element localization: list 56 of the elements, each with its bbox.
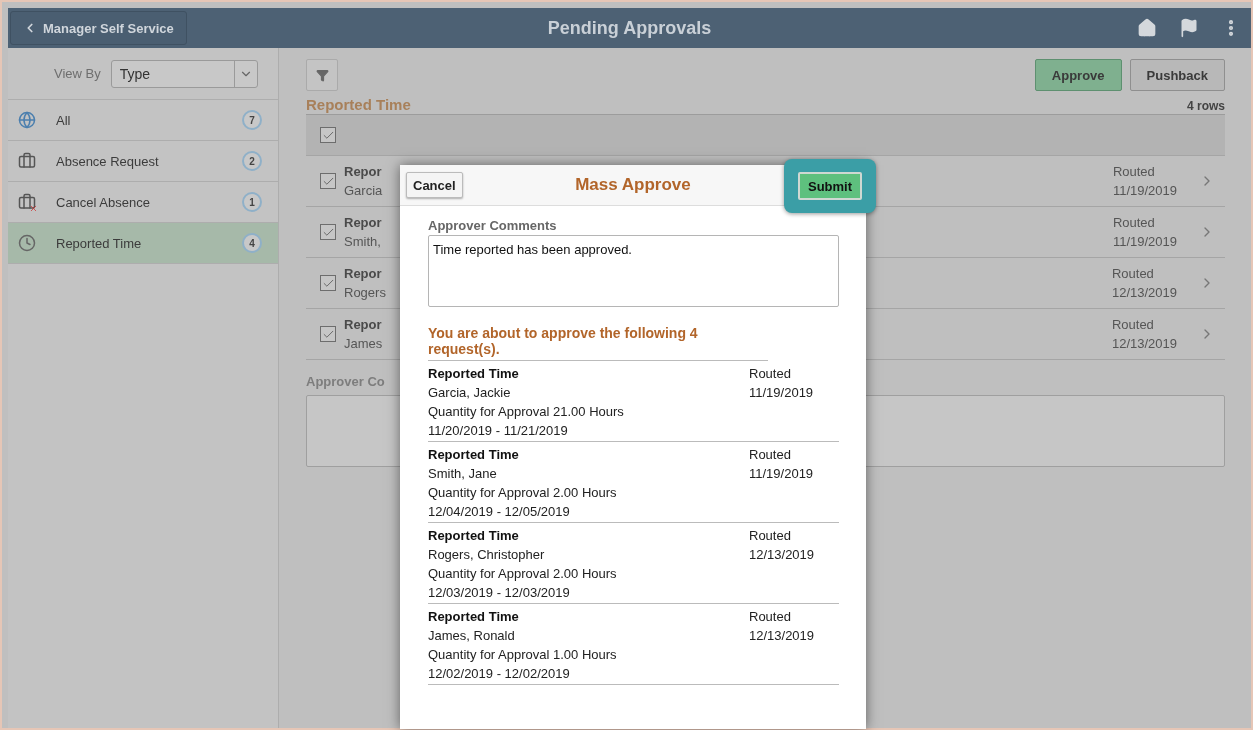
quantity-text: Quantity for Approval 21.00 Hours <box>428 404 625 419</box>
employee-name: James, Ronald <box>428 628 516 643</box>
request-date: 12/13/2019 <box>749 628 816 643</box>
request-date: 11/19/2019 <box>749 385 815 400</box>
sidebar-item-label: All <box>56 112 72 128</box>
row-status: Routed <box>1111 317 1155 332</box>
employee-name: Smith, Jane <box>428 466 498 481</box>
count-badge: 2 <box>242 151 262 171</box>
row-date: 12/13/2019 <box>1111 336 1177 351</box>
row-date: 11/19/2019 <box>1112 234 1177 249</box>
section-title: Reported Time <box>306 96 411 113</box>
count-badge: 1 <box>242 192 262 212</box>
comments-label: Approver Co <box>306 374 385 389</box>
employee-name: Garcia, Jackie <box>428 385 512 400</box>
request-status: Routed <box>749 528 792 543</box>
row-name: Rogers <box>344 285 386 300</box>
row-date: 11/19/2019 <box>1112 183 1177 198</box>
request-status: Routed <box>749 609 792 624</box>
sidebar-item-label: Cancel Absence <box>56 194 151 210</box>
row-title: Repor <box>344 266 383 281</box>
row-title: Repor <box>344 317 383 332</box>
row-title: Repor <box>344 164 383 179</box>
request-status: Routed <box>749 366 792 381</box>
row-name: Smith, <box>344 234 382 249</box>
request-type: Reported Time <box>428 366 520 381</box>
request-type: Reported Time <box>428 609 520 624</box>
count-badge: 4 <box>242 233 262 253</box>
row-status: Routed <box>1112 164 1156 179</box>
row-status: Routed <box>1111 266 1155 281</box>
row-status: Routed <box>1112 215 1156 230</box>
row-date: 12/13/2019 <box>1111 285 1177 300</box>
quantity-text: Quantity for Approval 2.00 Hours <box>428 566 618 581</box>
comments-label: Approver Comments <box>428 218 558 233</box>
date-range: 12/03/2019 - 12/03/2019 <box>428 585 571 600</box>
page-title: Pending Approvals <box>547 17 712 39</box>
employee-name: Rogers, Christopher <box>428 547 546 562</box>
request-status: Routed <box>749 447 792 462</box>
date-range: 12/02/2019 - 12/02/2019 <box>428 666 571 681</box>
date-range: 12/04/2019 - 12/05/2019 <box>428 504 571 519</box>
row-title: Repor <box>344 215 382 230</box>
row-name: James <box>344 336 383 351</box>
request-date: 11/19/2019 <box>749 466 815 481</box>
request-type: Reported Time <box>428 447 520 462</box>
quantity-text: Quantity for Approval 2.00 Hours <box>428 485 618 500</box>
row-name: Garcia <box>344 183 383 198</box>
quantity-text: Quantity for Approval 1.00 Hours <box>428 647 618 662</box>
sidebar-item-label: Absence Request <box>56 153 160 169</box>
view-by-label: View By <box>54 66 101 81</box>
sidebar-item-label: Reported Time <box>56 235 143 251</box>
date-range: 11/20/2019 - 11/21/2019 <box>428 423 569 438</box>
dialog-title: Mass Approve <box>575 175 691 195</box>
request-date: 12/13/2019 <box>749 547 816 562</box>
row-count: 4 rows <box>1187 99 1225 113</box>
confirmation-message: You are about to approve the following 4 request(s). <box>428 325 768 361</box>
count-badge: 7 <box>242 110 262 130</box>
request-type: Reported Time <box>428 528 520 543</box>
